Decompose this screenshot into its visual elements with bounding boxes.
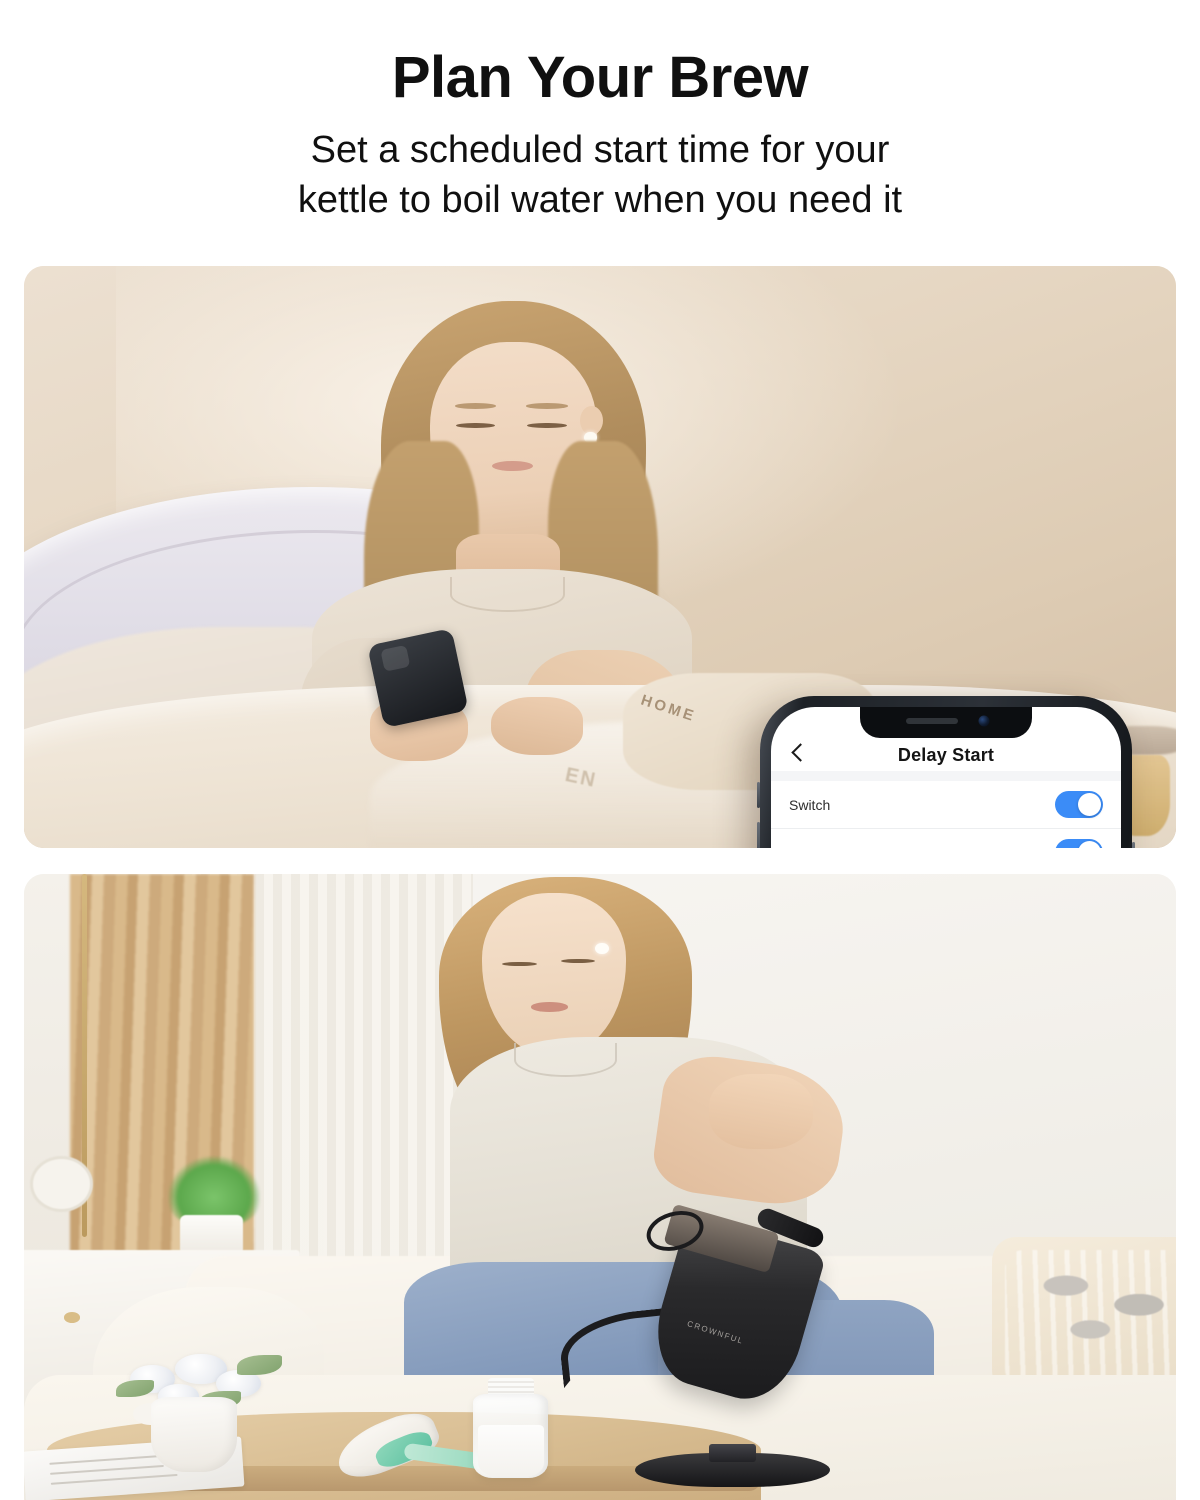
phone-mute-switch[interactable]	[757, 782, 760, 808]
woman-hand-right	[490, 696, 583, 755]
page-header: Plan Your Brew Set a scheduled start tim…	[0, 0, 1200, 226]
hold-temp-toggle-knob	[1078, 841, 1101, 848]
white-vase	[150, 1396, 238, 1472]
hero-photo-bedroom: HOME EN Delay Start Switch	[24, 266, 1176, 848]
app-screen-title: Delay Start	[897, 744, 995, 765]
earpiece-speaker-icon	[906, 717, 959, 724]
woman2-eye-left	[502, 961, 537, 966]
front-camera-icon	[978, 715, 990, 727]
section-separator	[771, 771, 1121, 781]
setting-row-switch[interactable]: Switch	[771, 781, 1121, 829]
subtitle-line-1: Set a scheduled start time for your	[310, 128, 890, 171]
phone-volume-up-button[interactable]	[757, 822, 760, 848]
phone-mockup: Delay Start Switch Hold Temp 104°F 1hour…	[757, 696, 1135, 848]
switch-row-label: Switch	[789, 796, 831, 813]
woman2-hand-gripping-kettle	[709, 1074, 814, 1150]
phone-screen: Delay Start Switch Hold Temp 104°F 1hour…	[771, 707, 1121, 848]
switch-toggle-knob	[1078, 793, 1101, 816]
subtitle-line-2: kettle to boil water when you need it	[297, 179, 903, 222]
woman2-lips	[530, 1002, 568, 1012]
woman-brow-right	[526, 402, 568, 409]
kettle-base-connector	[709, 1443, 756, 1463]
woman2-eye-right	[560, 958, 596, 963]
woman-held-smartphone	[367, 627, 470, 728]
phone-power-button[interactable]	[1132, 842, 1135, 848]
phone-notch	[860, 707, 1032, 738]
switch-toggle[interactable]	[1055, 791, 1103, 818]
page-title: Plan Your Brew	[391, 45, 809, 110]
hero-photo-living-room: CROWNFUL	[24, 874, 1176, 1500]
setting-row-hold-temp[interactable]: Hold Temp	[771, 829, 1121, 848]
hold-temp-toggle[interactable]	[1055, 839, 1103, 848]
table-clock	[29, 1155, 94, 1213]
living-room-scene: CROWNFUL	[24, 874, 1176, 1500]
woman-brow-left	[454, 402, 497, 409]
hold-temp-row-label: Hold Temp	[789, 845, 856, 849]
baby-bottle-milk	[477, 1424, 544, 1477]
page-subtitle: Set a scheduled start time for your kett…	[0, 125, 1200, 226]
chevron-left-icon[interactable]	[791, 743, 803, 765]
